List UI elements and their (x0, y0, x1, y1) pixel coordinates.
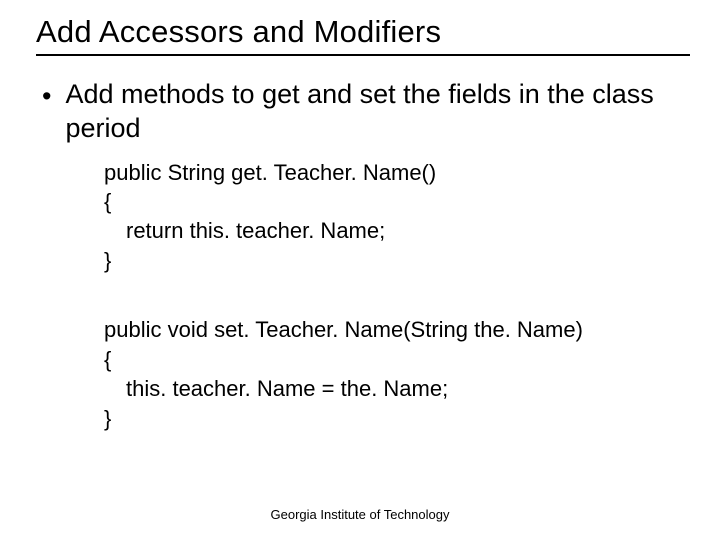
code-line: return this. teacher. Name; (104, 216, 690, 245)
code-line: public String get. Teacher. Name() (104, 158, 690, 187)
bullet-dot: • (42, 80, 51, 114)
code-gap (36, 275, 690, 303)
code-line: } (104, 246, 690, 275)
bullet-text: Add methods to get and set the fields in… (65, 78, 690, 146)
slide: Add Accessors and Modifiers • Add method… (0, 0, 720, 433)
code-block-setter: public void set. Teacher. Name(String th… (104, 315, 690, 433)
code-line: { (104, 345, 690, 374)
bullet-item: • Add methods to get and set the fields … (42, 78, 690, 146)
code-line: { (104, 187, 690, 216)
code-block-getter: public String get. Teacher. Name() { ret… (104, 158, 690, 276)
code-line: public void set. Teacher. Name(String th… (104, 315, 690, 344)
code-line: } (104, 404, 690, 433)
footer-text: Georgia Institute of Technology (0, 507, 720, 522)
code-line: this. teacher. Name = the. Name; (104, 374, 690, 403)
slide-title: Add Accessors and Modifiers (36, 14, 690, 56)
